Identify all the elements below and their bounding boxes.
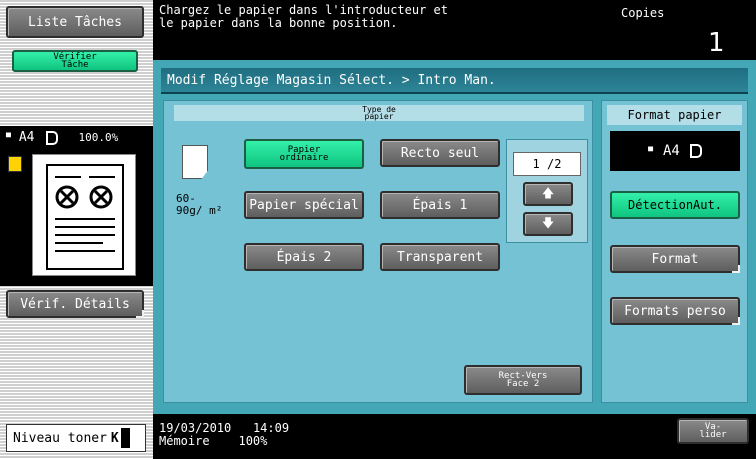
arrow-up-icon: 🡅 bbox=[541, 185, 555, 200]
paper-weight-line-2: 90g/ m² bbox=[176, 204, 223, 217]
document-preview bbox=[32, 154, 136, 276]
preview-panel: ▀ A4 100.0% bbox=[0, 126, 153, 286]
format-label: Format bbox=[651, 251, 699, 267]
memory-label: Mémoire bbox=[159, 434, 210, 448]
status-bar: 19/03/2010 14:09 Mémoire 100% Va- lider bbox=[153, 414, 756, 459]
job-list-button[interactable]: Liste Tâches bbox=[6, 6, 144, 38]
toner-label: Niveau toner bbox=[13, 430, 107, 446]
main-panel: Modif Réglage Magasin Sélect. > Intro Ma… bbox=[153, 60, 756, 414]
custom-formats-label: Formats perso bbox=[624, 303, 726, 319]
copies-label: Copies bbox=[621, 6, 665, 20]
paper-type-title: Type de papier bbox=[174, 105, 584, 121]
thick1-label: Épais 1 bbox=[412, 197, 468, 213]
thick2-button[interactable]: Épais 2 bbox=[244, 243, 364, 271]
preview-zoom: 100.0% bbox=[78, 131, 119, 144]
special-paper-button[interactable]: Papier spécial bbox=[244, 191, 364, 219]
toner-level-indicator: Niveau toner K bbox=[6, 424, 146, 452]
paper-type-panel: Type de papier 60- 90g/ m² Papier ordina… bbox=[163, 100, 593, 403]
paper-format-title: Format papier bbox=[607, 105, 742, 125]
page-up-button[interactable]: 🡅 bbox=[523, 182, 573, 206]
special-paper-label: Papier spécial bbox=[249, 197, 359, 213]
verify-details-button[interactable]: Vérif. Détails bbox=[6, 290, 144, 318]
thick2-label: Épais 2 bbox=[276, 249, 332, 265]
breadcrumb-text: Modif Réglage Magasin Sélect. > Intro Ma… bbox=[167, 72, 496, 88]
toner-color-label: K bbox=[110, 430, 119, 446]
format-button[interactable]: Format bbox=[610, 245, 740, 273]
plain-paper-label-line-2: ordinaire bbox=[279, 153, 329, 163]
verify-details-label: Vérif. Détails bbox=[20, 296, 130, 312]
transparent-button[interactable]: Transparent bbox=[380, 243, 500, 271]
thick1-button[interactable]: Épais 1 bbox=[380, 191, 500, 219]
validate-button[interactable]: Va- lider bbox=[677, 418, 749, 444]
orientation-icon bbox=[46, 130, 59, 145]
status-time: 14:09 bbox=[252, 421, 290, 435]
transparent-label: Transparent bbox=[396, 249, 484, 265]
breadcrumb: Modif Réglage Magasin Sélect. > Intro Ma… bbox=[161, 68, 748, 94]
orientation-icon bbox=[689, 144, 702, 158]
auto-detect-button[interactable]: DétectionAut. bbox=[610, 191, 740, 219]
verify-job-button[interactable]: Vérifier Tâche bbox=[12, 50, 138, 72]
status-date: 19/03/2010 bbox=[159, 421, 232, 435]
single-side-label: Recto seul bbox=[400, 145, 480, 161]
page-indicator: 1 /2 bbox=[513, 152, 581, 176]
paper-sheet-icon bbox=[182, 145, 208, 179]
message-text: Chargez le papier dans l'introducteur et… bbox=[159, 4, 448, 30]
rect-verso-label-line-2: Face 2 bbox=[506, 379, 540, 389]
verify-job-label: Vérifier Tâche bbox=[53, 52, 97, 70]
single-side-button[interactable]: Recto seul bbox=[380, 139, 500, 167]
paper-type-title-line-2: papier bbox=[364, 112, 394, 121]
page-number-icon bbox=[8, 156, 22, 172]
rect-verso-button[interactable]: Rect-Vers Face 2 bbox=[464, 365, 582, 395]
preview-paper-size: A4 bbox=[18, 130, 35, 145]
message-line-2: le papier dans la bonne position. bbox=[159, 16, 398, 30]
paper-tray-icon: ▀ bbox=[648, 146, 653, 156]
message-bar: Chargez le papier dans l'introducteur et… bbox=[153, 0, 756, 60]
custom-formats-button[interactable]: Formats perso bbox=[610, 297, 740, 325]
auto-detect-label: DétectionAut. bbox=[628, 198, 722, 212]
page-down-button[interactable]: 🡇 bbox=[523, 212, 573, 236]
memory-value: 100% bbox=[238, 434, 268, 448]
current-format-value: A4 bbox=[662, 143, 680, 159]
validate-label-line-2: lider bbox=[699, 430, 727, 440]
preview-header: ▀ A4 100.0% bbox=[6, 130, 118, 145]
status-info: 19/03/2010 14:09 Mémoire 100% bbox=[159, 422, 289, 448]
pager: 1 /2 🡅 🡇 bbox=[506, 139, 588, 243]
job-list-label: Liste Tâches bbox=[28, 14, 122, 30]
arrow-down-icon: 🡇 bbox=[541, 215, 555, 230]
copies-count: 1 bbox=[708, 28, 725, 58]
toner-bar-icon bbox=[120, 428, 130, 448]
current-format-display: ▀ A4 bbox=[610, 131, 740, 171]
document-thumbnail-icon bbox=[46, 164, 124, 270]
paper-weight: 60- 90g/ m² bbox=[176, 193, 222, 217]
paper-tray-icon: ▀ bbox=[6, 133, 11, 142]
plain-paper-button[interactable]: Papier ordinaire bbox=[244, 139, 364, 169]
paper-format-panel: Format papier ▀ A4 DétectionAut. Format … bbox=[601, 100, 748, 403]
left-panel: Liste Tâches Vérifier Tâche ▀ A4 100.0% bbox=[0, 0, 153, 459]
